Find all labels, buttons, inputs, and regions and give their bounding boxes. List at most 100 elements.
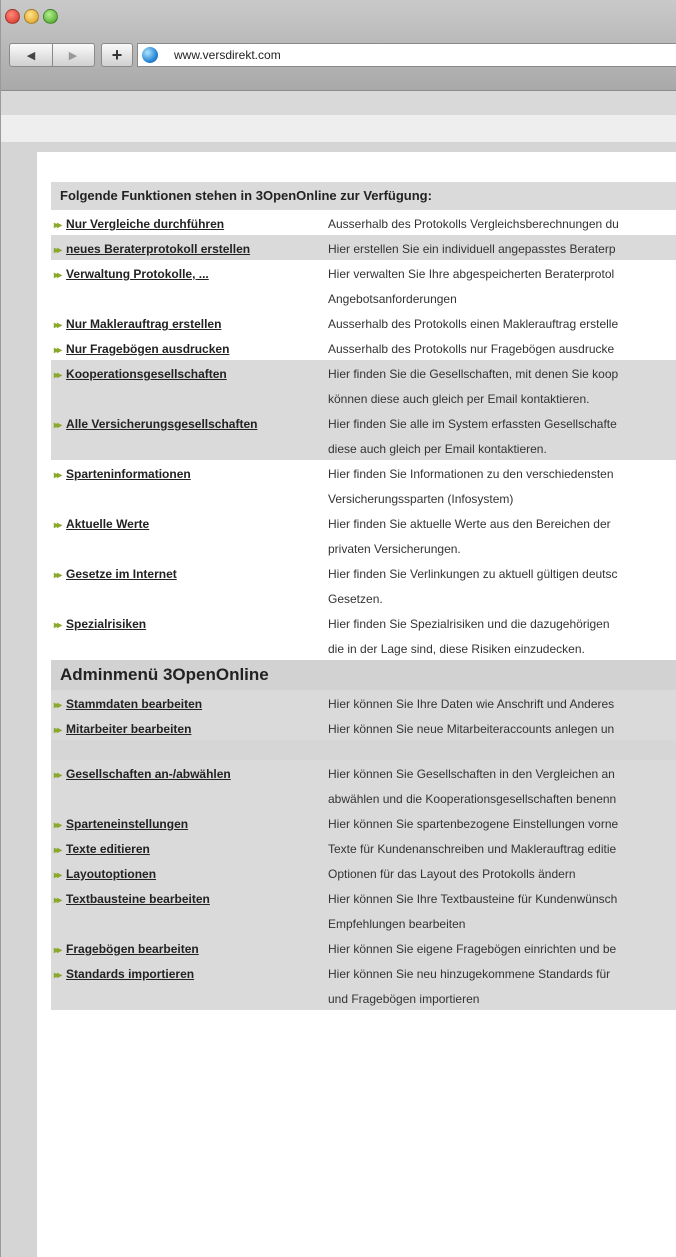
function-description: Hier können Sie Gesellschaften in den Ve… xyxy=(328,767,615,781)
browser-window: ◀ ▶ + www.versdirekt.com Folgende Funkti… xyxy=(0,0,676,1257)
list-item: ▸▸ Spezialrisiken Hier finden Sie Spezialr… xyxy=(51,610,676,660)
add-bookmark-button[interactable]: + xyxy=(101,43,133,67)
function-link[interactable]: Sparteneinstellungen xyxy=(66,817,188,831)
forward-arrow-icon: ▶ xyxy=(68,49,78,62)
function-description: privaten Versicherungen. xyxy=(328,542,461,556)
function-description: Hier finden Sie Spezialrisiken und die d… xyxy=(328,617,610,631)
list-item: ▸▸ Nur Vergleiche durchführen Ausserhalb d… xyxy=(51,210,676,235)
globe-icon xyxy=(142,47,158,63)
double-arrow-icon: ▸▸ xyxy=(54,470,62,481)
function-link[interactable]: Textbausteine bearbeiten xyxy=(66,892,210,906)
list-item: ▸▸ Fragebögen bearbeiten Hier können Sie e… xyxy=(51,935,676,960)
page-content: Folgende Funktionen stehen in 3OpenOnlin… xyxy=(37,152,676,1257)
section-heading-admin: Adminmenü 3OpenOnline xyxy=(51,660,676,690)
function-description: Hier können Sie Ihre Textbausteine für K… xyxy=(328,892,618,906)
admin-table: ▸▸ Stammdaten bearbeiten Hier können Sie I… xyxy=(51,690,676,1010)
list-item: ▸▸ Gesetze im Internet Hier finden Sie Ver… xyxy=(51,560,676,610)
function-link[interactable]: Aktuelle Werte xyxy=(66,517,149,531)
function-description: Hier finden Sie Verlinkungen zu aktuell … xyxy=(328,567,618,581)
browser-toolbar: ◀ ▶ + www.versdirekt.com xyxy=(1,0,676,91)
function-description: Angebotsanforderungen xyxy=(328,292,457,306)
function-description: die in der Lage sind, diese Risiken einz… xyxy=(328,642,585,656)
list-item: ▸▸ Standards importieren Hier können Sie n… xyxy=(51,960,676,1010)
function-description: Hier können Sie eigene Fragebögen einric… xyxy=(328,942,617,956)
double-arrow-icon: ▸▸ xyxy=(54,520,62,531)
double-arrow-icon: ▸▸ xyxy=(54,570,62,581)
functions-panel: Folgende Funktionen stehen in 3OpenOnlin… xyxy=(51,182,676,1010)
function-description: können diese auch gleich per Email konta… xyxy=(328,392,590,406)
bookmarks-bar xyxy=(1,91,676,115)
function-description: Hier finden Sie Informationen zu den ver… xyxy=(328,467,614,481)
function-description: Hier finden Sie die Gesellschaften, mit … xyxy=(328,367,619,381)
function-description: Hier verwalten Sie Ihre abgespeicherten … xyxy=(328,267,615,281)
function-link[interactable]: Spezialrisiken xyxy=(66,617,146,631)
function-link[interactable]: Nur Vergleiche durchführen xyxy=(66,217,224,231)
function-description: Hier können Sie spartenbezogene Einstell… xyxy=(328,817,619,831)
function-description: Ausserhalb des Protokolls einen Maklerau… xyxy=(328,317,619,331)
function-description: Versicherungssparten (Infosystem) xyxy=(328,492,514,506)
list-item: ▸▸ Textbausteine bearbeiten Hier können Si… xyxy=(51,885,676,935)
function-description: Ausserhalb des Protokolls nur Fragebögen… xyxy=(328,342,615,356)
function-link[interactable]: Gesetze im Internet xyxy=(66,567,177,581)
double-arrow-icon: ▸▸ xyxy=(54,620,62,631)
function-description: Hier können Sie neue Mitarbeiteraccounts… xyxy=(328,722,615,736)
double-arrow-icon: ▸▸ xyxy=(54,895,62,906)
list-item: ▸▸ Nur Fragebögen ausdrucken Ausserhalb de… xyxy=(51,335,676,360)
function-link[interactable]: Layoutoptionen xyxy=(66,867,156,881)
page-header-strip xyxy=(1,115,676,142)
function-link[interactable]: Stammdaten bearbeiten xyxy=(66,697,202,711)
back-arrow-icon: ◀ xyxy=(26,49,36,62)
forward-button[interactable]: ▶ xyxy=(52,44,94,66)
function-link[interactable]: Sparteninformationen xyxy=(66,467,191,481)
double-arrow-icon: ▸▸ xyxy=(54,845,62,856)
function-description: Empfehlungen bearbeiten xyxy=(328,917,466,931)
function-description: Hier können Sie neu hinzugekommene Stand… xyxy=(328,967,611,981)
list-item: ▸▸ Gesellschaften an-/abwählen Hier können… xyxy=(51,760,676,810)
list-item: ▸▸ Verwaltung Protokolle, ... Hier verwalt… xyxy=(51,260,676,310)
double-arrow-icon: ▸▸ xyxy=(54,370,62,381)
function-link[interactable]: Verwaltung Protokolle, ... xyxy=(66,267,209,281)
function-link[interactable]: Nur Maklerauftrag erstellen xyxy=(66,317,221,331)
function-description: Ausserhalb des Protokolls Vergleichsbere… xyxy=(328,217,619,231)
function-description: Hier finden Sie aktuelle Werte aus den B… xyxy=(328,517,611,531)
function-link[interactable]: Nur Fragebögen ausdrucken xyxy=(66,342,229,356)
double-arrow-icon: ▸▸ xyxy=(54,870,62,881)
function-link[interactable]: Gesellschaften an-/abwählen xyxy=(66,767,231,781)
double-arrow-icon: ▸▸ xyxy=(54,345,62,356)
address-bar[interactable]: www.versdirekt.com xyxy=(137,43,676,67)
close-window-button[interactable] xyxy=(5,9,20,25)
double-arrow-icon: ▸▸ xyxy=(54,320,62,331)
minimize-window-button[interactable] xyxy=(24,9,39,25)
list-item: ▸▸ Aktuelle Werte Hier finden Sie aktuelle… xyxy=(51,510,676,560)
function-description: Optionen für das Layout des Protokolls ä… xyxy=(328,867,576,881)
section-heading-functions: Folgende Funktionen stehen in 3OpenOnlin… xyxy=(51,182,676,210)
window-controls xyxy=(5,8,62,28)
double-arrow-icon: ▸▸ xyxy=(54,770,62,781)
back-button[interactable]: ◀ xyxy=(10,44,53,66)
double-arrow-icon: ▸▸ xyxy=(54,220,62,231)
list-item: ▸▸ Nur Maklerauftrag erstellen Ausserhalb … xyxy=(51,310,676,335)
navigation-buttons: ◀ ▶ xyxy=(9,43,95,67)
list-item: ▸▸ Alle Versicherungsgesellschaften Hier f… xyxy=(51,410,676,460)
list-item: ▸▸ Stammdaten bearbeiten Hier können Sie I… xyxy=(51,690,676,715)
list-item: ▸▸ neues Beraterprotokoll erstellen Hier e… xyxy=(51,235,676,260)
function-link[interactable]: Kooperationsgesellschaften xyxy=(66,367,227,381)
function-link[interactable]: Texte editieren xyxy=(66,842,150,856)
url-text: www.versdirekt.com xyxy=(174,48,281,62)
function-link[interactable]: neues Beraterprotokoll erstellen xyxy=(66,242,250,256)
function-link[interactable]: Fragebögen bearbeiten xyxy=(66,942,199,956)
double-arrow-icon: ▸▸ xyxy=(54,245,62,256)
function-description: Gesetzen. xyxy=(328,592,383,606)
function-link[interactable]: Standards importieren xyxy=(66,967,194,981)
function-description: Hier können Sie Ihre Daten wie Anschrift… xyxy=(328,697,615,711)
function-description: abwählen und die Kooperationsgesellschaf… xyxy=(328,792,617,806)
zoom-window-button[interactable] xyxy=(43,9,58,25)
double-arrow-icon: ▸▸ xyxy=(54,820,62,831)
function-link[interactable]: Alle Versicherungsgesellschaften xyxy=(66,417,257,431)
double-arrow-icon: ▸▸ xyxy=(54,700,62,711)
plus-icon: + xyxy=(111,44,123,65)
function-description: Hier erstellen Sie ein individuell angep… xyxy=(328,242,616,256)
function-link[interactable]: Mitarbeiter bearbeiten xyxy=(66,722,191,736)
function-description: diese auch gleich per Email kontaktieren… xyxy=(328,442,547,456)
list-item: ▸▸ Sparteneinstellungen Hier können Sie sp… xyxy=(51,810,676,835)
